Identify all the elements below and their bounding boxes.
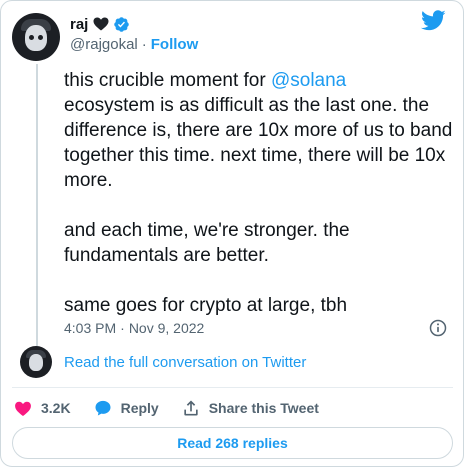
read-replies-button[interactable]: Read 268 replies	[12, 427, 453, 459]
divider	[12, 387, 453, 388]
share-icon	[184, 400, 198, 416]
thread-line	[36, 64, 38, 347]
author-display-name[interactable]: raj	[70, 16, 88, 33]
follow-button[interactable]: Follow	[151, 36, 199, 53]
like-count: 3.2K	[41, 400, 71, 416]
like-button[interactable]: 3.2K	[13, 398, 71, 418]
tweet-card: raj @rajgokal · Follow this crucible mom…	[0, 0, 464, 467]
info-icon[interactable]	[428, 318, 448, 338]
tweet-date: Nov 9, 2022	[128, 320, 205, 336]
handle-separator: ·	[141, 35, 147, 53]
read-full-conversation-link[interactable]: Read the full conversation on Twitter	[64, 353, 306, 373]
verified-badge-icon	[114, 16, 130, 32]
share-button[interactable]: Share this Tweet	[181, 398, 319, 418]
tweet-text: this crucible moment for @solana ecosyst…	[64, 68, 454, 318]
black-heart-icon	[93, 17, 109, 31]
reply-button[interactable]: Reply	[93, 398, 159, 418]
author-handle[interactable]: @rajgokal	[70, 36, 138, 53]
author-name-row: raj	[70, 14, 130, 34]
tweet-timestamp[interactable]: 4:03 PM · Nov 9, 2022	[64, 319, 204, 337]
tweet-time: 4:03 PM	[64, 320, 117, 336]
tweet-actions: 3.2K Reply Share this Tweet	[13, 397, 341, 419]
conversation-avatar[interactable]	[20, 346, 52, 378]
author-avatar[interactable]	[12, 13, 60, 61]
reply-bubble-icon	[95, 400, 111, 416]
avatar-eye	[29, 35, 34, 40]
share-label: Share this Tweet	[208, 400, 319, 416]
avatar-face	[25, 25, 47, 51]
like-heart-icon	[15, 401, 31, 416]
author-handle-row: @rajgokal · Follow	[70, 35, 198, 53]
meta-separator: ·	[120, 320, 125, 336]
reply-label: Reply	[120, 400, 159, 416]
avatar-face	[29, 354, 43, 371]
twitter-bird-icon[interactable]	[421, 10, 446, 31]
tweet-text-intro: this crucible moment for	[64, 70, 271, 91]
avatar-eye	[38, 35, 43, 40]
mention-link[interactable]: @solana	[271, 70, 346, 91]
tweet-text-body: ecosystem is as difficult as the last on…	[64, 95, 453, 316]
